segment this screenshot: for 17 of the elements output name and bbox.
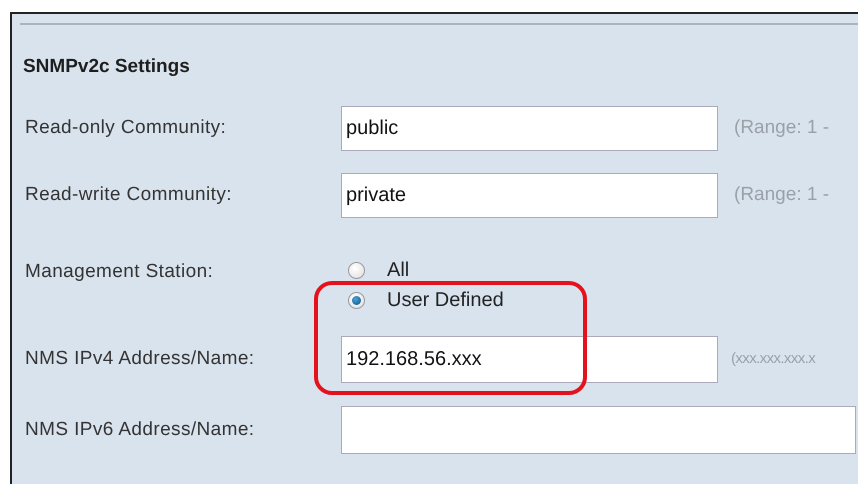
range-hint: (xxx.xxx.xxx.x [731, 349, 816, 370]
field-label: NMS IPv6 Address/Name: [24, 418, 256, 442]
text-field[interactable]: public [341, 106, 718, 151]
text-field[interactable]: 192.168.56.xxx [341, 336, 718, 383]
text-field[interactable]: private [341, 173, 718, 218]
field-label: Read-only Community: [24, 116, 228, 140]
range-hint: (Range: 1 - [734, 116, 830, 140]
radio-button[interactable] [348, 262, 365, 278]
radio-label[interactable]: User Defined [387, 285, 504, 315]
field-label: NMS IPv4 Address/Name: [24, 347, 256, 372]
section-title: SNMPv2c Settings [23, 55, 191, 79]
range-hint: (Range: 1 - [734, 183, 830, 208]
radio-label[interactable]: All [387, 255, 410, 285]
radio-button[interactable] [348, 292, 365, 308]
text-field[interactable] [341, 406, 856, 454]
field-label: Management Station: [24, 260, 214, 284]
field-label: Read-write Community: [24, 183, 233, 208]
